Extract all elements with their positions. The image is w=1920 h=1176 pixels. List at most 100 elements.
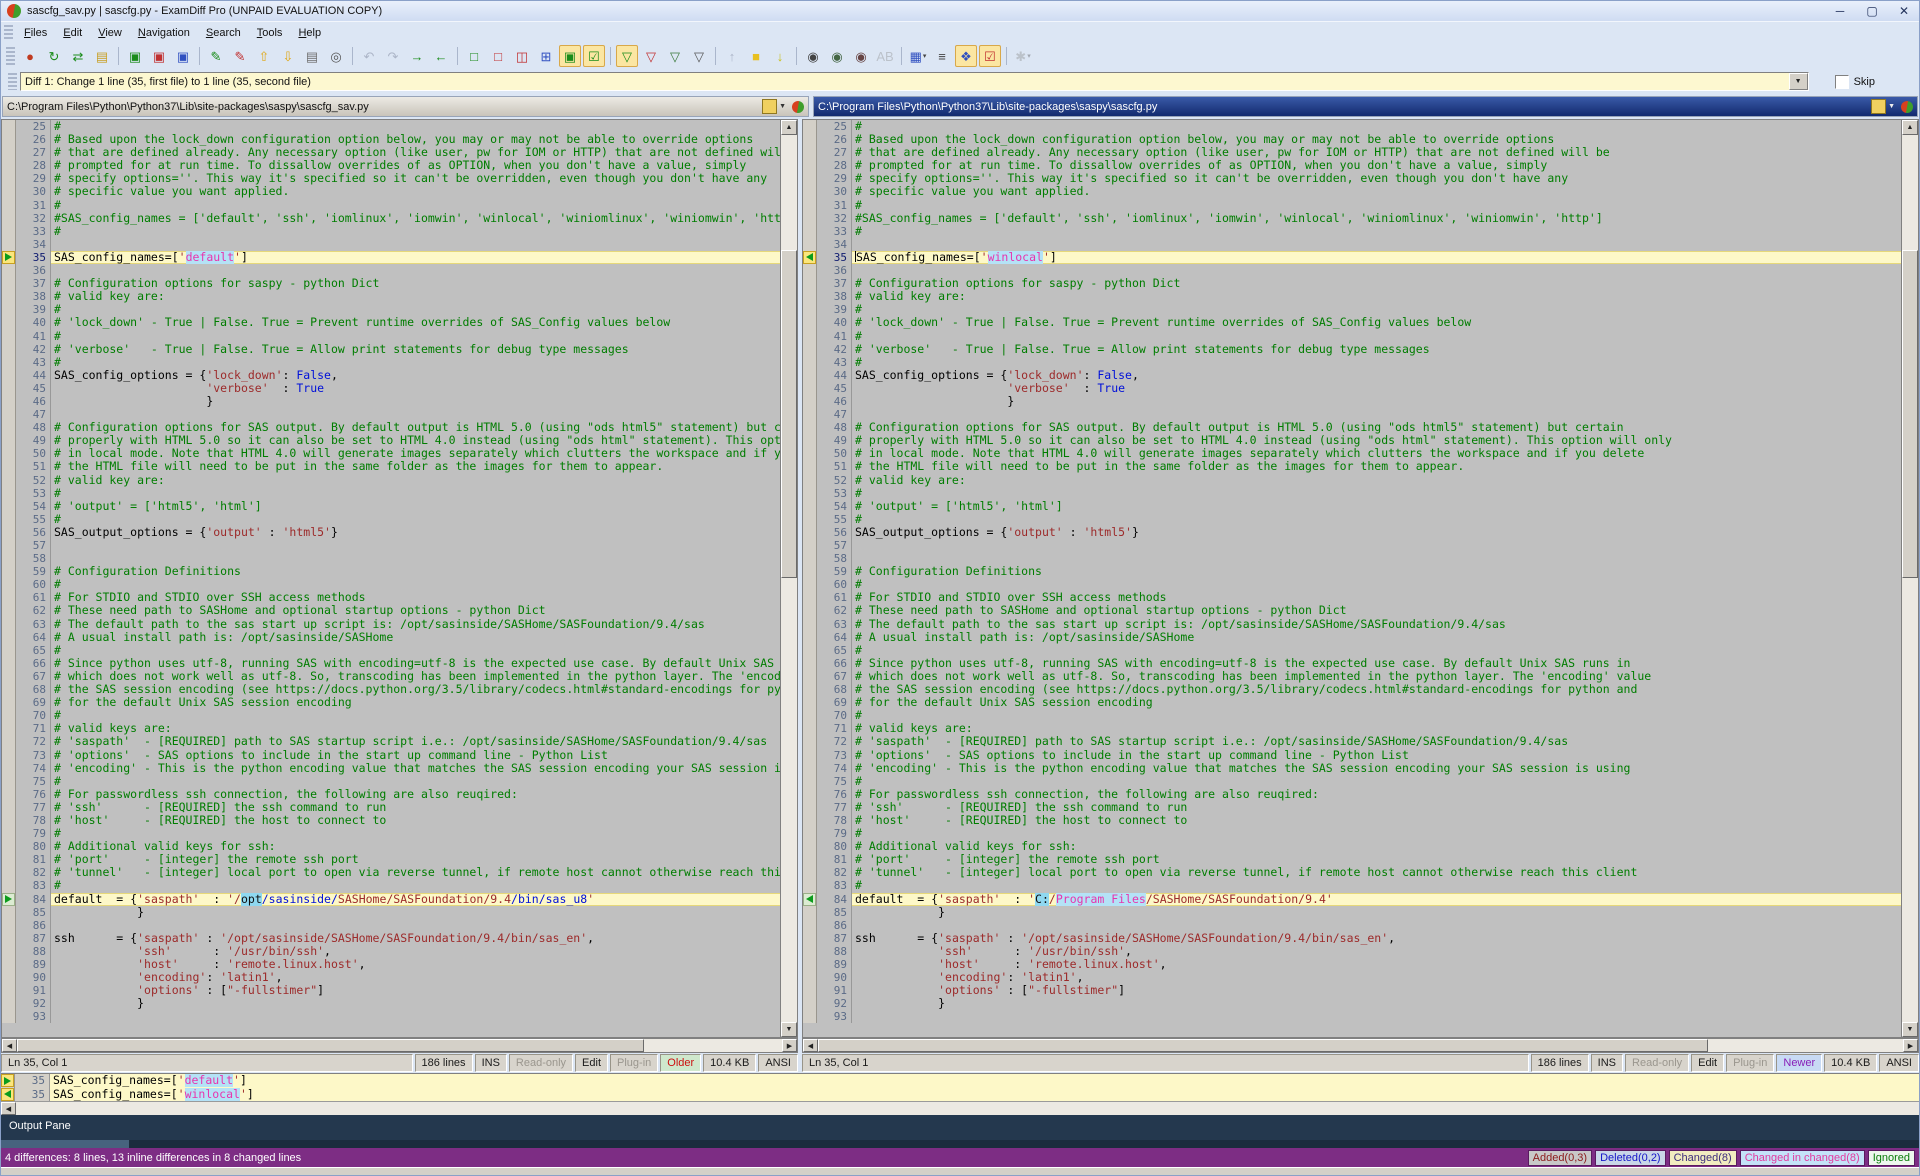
code-text[interactable]: SAS_output_options = {'output' : 'html5'… bbox=[51, 526, 780, 539]
code-text[interactable]: # Based upon the lock_down configuration… bbox=[852, 133, 1901, 146]
left-horizontal-scrollbar[interactable]: ◀ ▶ bbox=[1, 1038, 798, 1053]
code-text[interactable]: # 'saspath' - [REQUIRED] path to SAS sta… bbox=[852, 735, 1901, 748]
code-text[interactable] bbox=[51, 408, 780, 421]
code-line[interactable]: 30# specific value you want applied. bbox=[2, 185, 780, 198]
code-text[interactable] bbox=[852, 408, 1901, 421]
show-identical-icon[interactable]: ◫ bbox=[511, 45, 533, 67]
code-line[interactable]: 28# prompted for at run time. To dissall… bbox=[803, 159, 1901, 172]
code-text[interactable]: # bbox=[51, 303, 780, 316]
code-line[interactable]: 70# bbox=[2, 709, 780, 722]
code-text[interactable]: 'encoding': 'latin1', bbox=[852, 971, 1901, 984]
code-line[interactable]: 41# bbox=[2, 330, 780, 343]
detail-horizontal-scrollbar[interactable]: ◀ bbox=[1, 1101, 1919, 1115]
code-text[interactable]: # bbox=[852, 644, 1901, 657]
code-text[interactable]: # The default path to the sas start up s… bbox=[51, 618, 780, 631]
code-text[interactable]: # bbox=[51, 120, 780, 133]
toolbar-grip[interactable] bbox=[6, 47, 15, 65]
code-line[interactable]: 64# A usual install path is: /opt/sasins… bbox=[2, 631, 780, 644]
code-line[interactable]: 67# which does not work well as utf-8. S… bbox=[2, 670, 780, 683]
code-text[interactable]: # Configuration options for saspy - pyth… bbox=[51, 277, 780, 290]
diffbar-grip[interactable] bbox=[8, 73, 17, 89]
code-line[interactable]: 85 } bbox=[803, 906, 1901, 919]
code-text[interactable] bbox=[852, 919, 1901, 932]
menu-grip[interactable] bbox=[4, 25, 13, 40]
code-text[interactable]: } bbox=[852, 997, 1901, 1010]
code-text[interactable]: # in local mode. Note that HTML 4.0 will… bbox=[852, 447, 1901, 460]
code-text[interactable]: # bbox=[852, 709, 1901, 722]
code-line[interactable]: 66# Since python uses utf-8, running SAS… bbox=[2, 657, 780, 670]
code-text[interactable]: 'ssh' : '/usr/bin/ssh', bbox=[852, 945, 1901, 958]
code-text[interactable]: # bbox=[51, 879, 780, 892]
code-line[interactable]: 43# bbox=[803, 356, 1901, 369]
copy-to-second-icon[interactable]: ⇩ bbox=[277, 45, 299, 67]
minimize-button[interactable]: ─ bbox=[1831, 4, 1849, 18]
code-line[interactable]: 92 } bbox=[803, 997, 1901, 1010]
menu-edit[interactable]: Edit bbox=[55, 25, 90, 41]
code-line[interactable]: 58 bbox=[803, 552, 1901, 565]
code-line[interactable]: 72# 'saspath' - [REQUIRED] path to SAS s… bbox=[2, 735, 780, 748]
code-text[interactable]: # 'port' - [integer] the remote ssh port bbox=[852, 853, 1901, 866]
code-text[interactable]: # Configuration options for SAS output. … bbox=[852, 421, 1901, 434]
code-line[interactable]: 55# bbox=[803, 513, 1901, 526]
detail-row[interactable]: 35SAS_config_names=['winlocal'] bbox=[1, 1088, 1919, 1102]
menu-navigation[interactable]: Navigation bbox=[130, 25, 198, 41]
code-line[interactable]: 68# the SAS session encoding (see https:… bbox=[2, 683, 780, 696]
scroll-left-icon[interactable]: ◀ bbox=[1, 1102, 16, 1115]
code-text[interactable]: # bbox=[852, 879, 1901, 892]
code-text[interactable]: # bbox=[51, 487, 780, 500]
code-text[interactable]: # that are defined already. Any necessar… bbox=[51, 146, 780, 159]
menu-files[interactable]: Files bbox=[16, 25, 55, 41]
code-line[interactable]: 51# the HTML file will need to be put in… bbox=[803, 460, 1901, 473]
chevron-down-icon[interactable]: ▼ bbox=[779, 103, 786, 110]
code-text[interactable]: # These need path to SASHome and optiona… bbox=[51, 604, 780, 617]
code-text[interactable]: # which does not work well as utf-8. So,… bbox=[852, 670, 1901, 683]
code-text[interactable]: # 'port' - [integer] the remote ssh port bbox=[51, 853, 780, 866]
code-line[interactable]: 61# For STDIO and STDIO over SSH access … bbox=[803, 591, 1901, 604]
redo-icon[interactable]: ↷ bbox=[382, 45, 404, 67]
code-line[interactable]: 62# These need path to SASHome and optio… bbox=[803, 604, 1901, 617]
code-text[interactable]: # A usual install path is: /opt/sasinsid… bbox=[51, 631, 780, 644]
code-text[interactable]: # 'verbose' - True | False. True = Allow… bbox=[51, 343, 780, 356]
code-line[interactable]: 40# 'lock_down' - True | False. True = P… bbox=[2, 316, 780, 329]
code-text[interactable]: # Configuration Definitions bbox=[852, 565, 1901, 578]
code-line[interactable]: 75# bbox=[803, 775, 1901, 788]
code-text[interactable]: # bbox=[852, 225, 1901, 238]
code-text[interactable]: } bbox=[852, 906, 1901, 919]
code-line[interactable]: 47 bbox=[2, 408, 780, 421]
code-line[interactable]: 77# 'ssh' - [REQUIRED] the ssh command t… bbox=[2, 801, 780, 814]
code-line[interactable]: 49# properly with HTML 5.0 so it can als… bbox=[803, 434, 1901, 447]
code-line[interactable]: 52# valid key are: bbox=[803, 474, 1901, 487]
filter-changed-icon[interactable]: ▽ bbox=[688, 45, 710, 67]
code-line[interactable]: 25# bbox=[2, 120, 780, 133]
code-text[interactable]: # bbox=[51, 644, 780, 657]
code-text[interactable]: SAS_config_options = {'lock_down': False… bbox=[852, 369, 1901, 382]
code-line[interactable]: 30# specific value you want applied. bbox=[803, 185, 1901, 198]
code-text[interactable]: # For STDIO and STDIO over SSH access me… bbox=[852, 591, 1901, 604]
code-text[interactable]: # specific value you want applied. bbox=[852, 185, 1901, 198]
export-icon[interactable] bbox=[762, 99, 777, 114]
code-text[interactable]: # Since python uses utf-8, running SAS w… bbox=[51, 657, 780, 670]
code-text[interactable]: default = {'saspath' : 'C:/Program Files… bbox=[852, 893, 1901, 906]
search-files-icon[interactable]: ◎ bbox=[325, 45, 347, 67]
scroll-up-icon[interactable]: ▲ bbox=[781, 120, 797, 135]
code-text[interactable]: # bbox=[852, 775, 1901, 788]
right-horizontal-scrollbar[interactable]: ◀ ▶ bbox=[802, 1038, 1919, 1053]
code-text[interactable]: # for the default Unix SAS session encod… bbox=[852, 696, 1901, 709]
code-line[interactable]: 32#SAS_config_names = ['default', 'ssh',… bbox=[803, 212, 1901, 225]
code-text[interactable]: # Configuration options for SAS output. … bbox=[51, 421, 780, 434]
code-text[interactable]: # Additional valid keys for ssh: bbox=[852, 840, 1901, 853]
checkbox-icon[interactable] bbox=[1835, 75, 1849, 89]
go-back-icon[interactable]: ← bbox=[430, 45, 452, 67]
code-line[interactable]: 48# Configuration options for SAS output… bbox=[803, 421, 1901, 434]
copy-to-first-icon[interactable]: ⇧ bbox=[253, 45, 275, 67]
code-text[interactable]: # bbox=[852, 303, 1901, 316]
code-text[interactable]: # the HTML file will need to be put in t… bbox=[51, 460, 780, 473]
code-text[interactable]: # bbox=[51, 578, 780, 591]
menu-view[interactable]: View bbox=[90, 25, 130, 41]
scrollbar-thumb[interactable] bbox=[818, 1039, 1708, 1052]
code-line[interactable]: 38# valid key are: bbox=[2, 290, 780, 303]
code-text[interactable]: # bbox=[852, 120, 1901, 133]
code-line[interactable]: 58 bbox=[2, 552, 780, 565]
code-line[interactable]: 64# A usual install path is: /opt/sasins… bbox=[803, 631, 1901, 644]
code-text[interactable]: # 'tunnel' - [integer] local port to ope… bbox=[852, 866, 1901, 879]
